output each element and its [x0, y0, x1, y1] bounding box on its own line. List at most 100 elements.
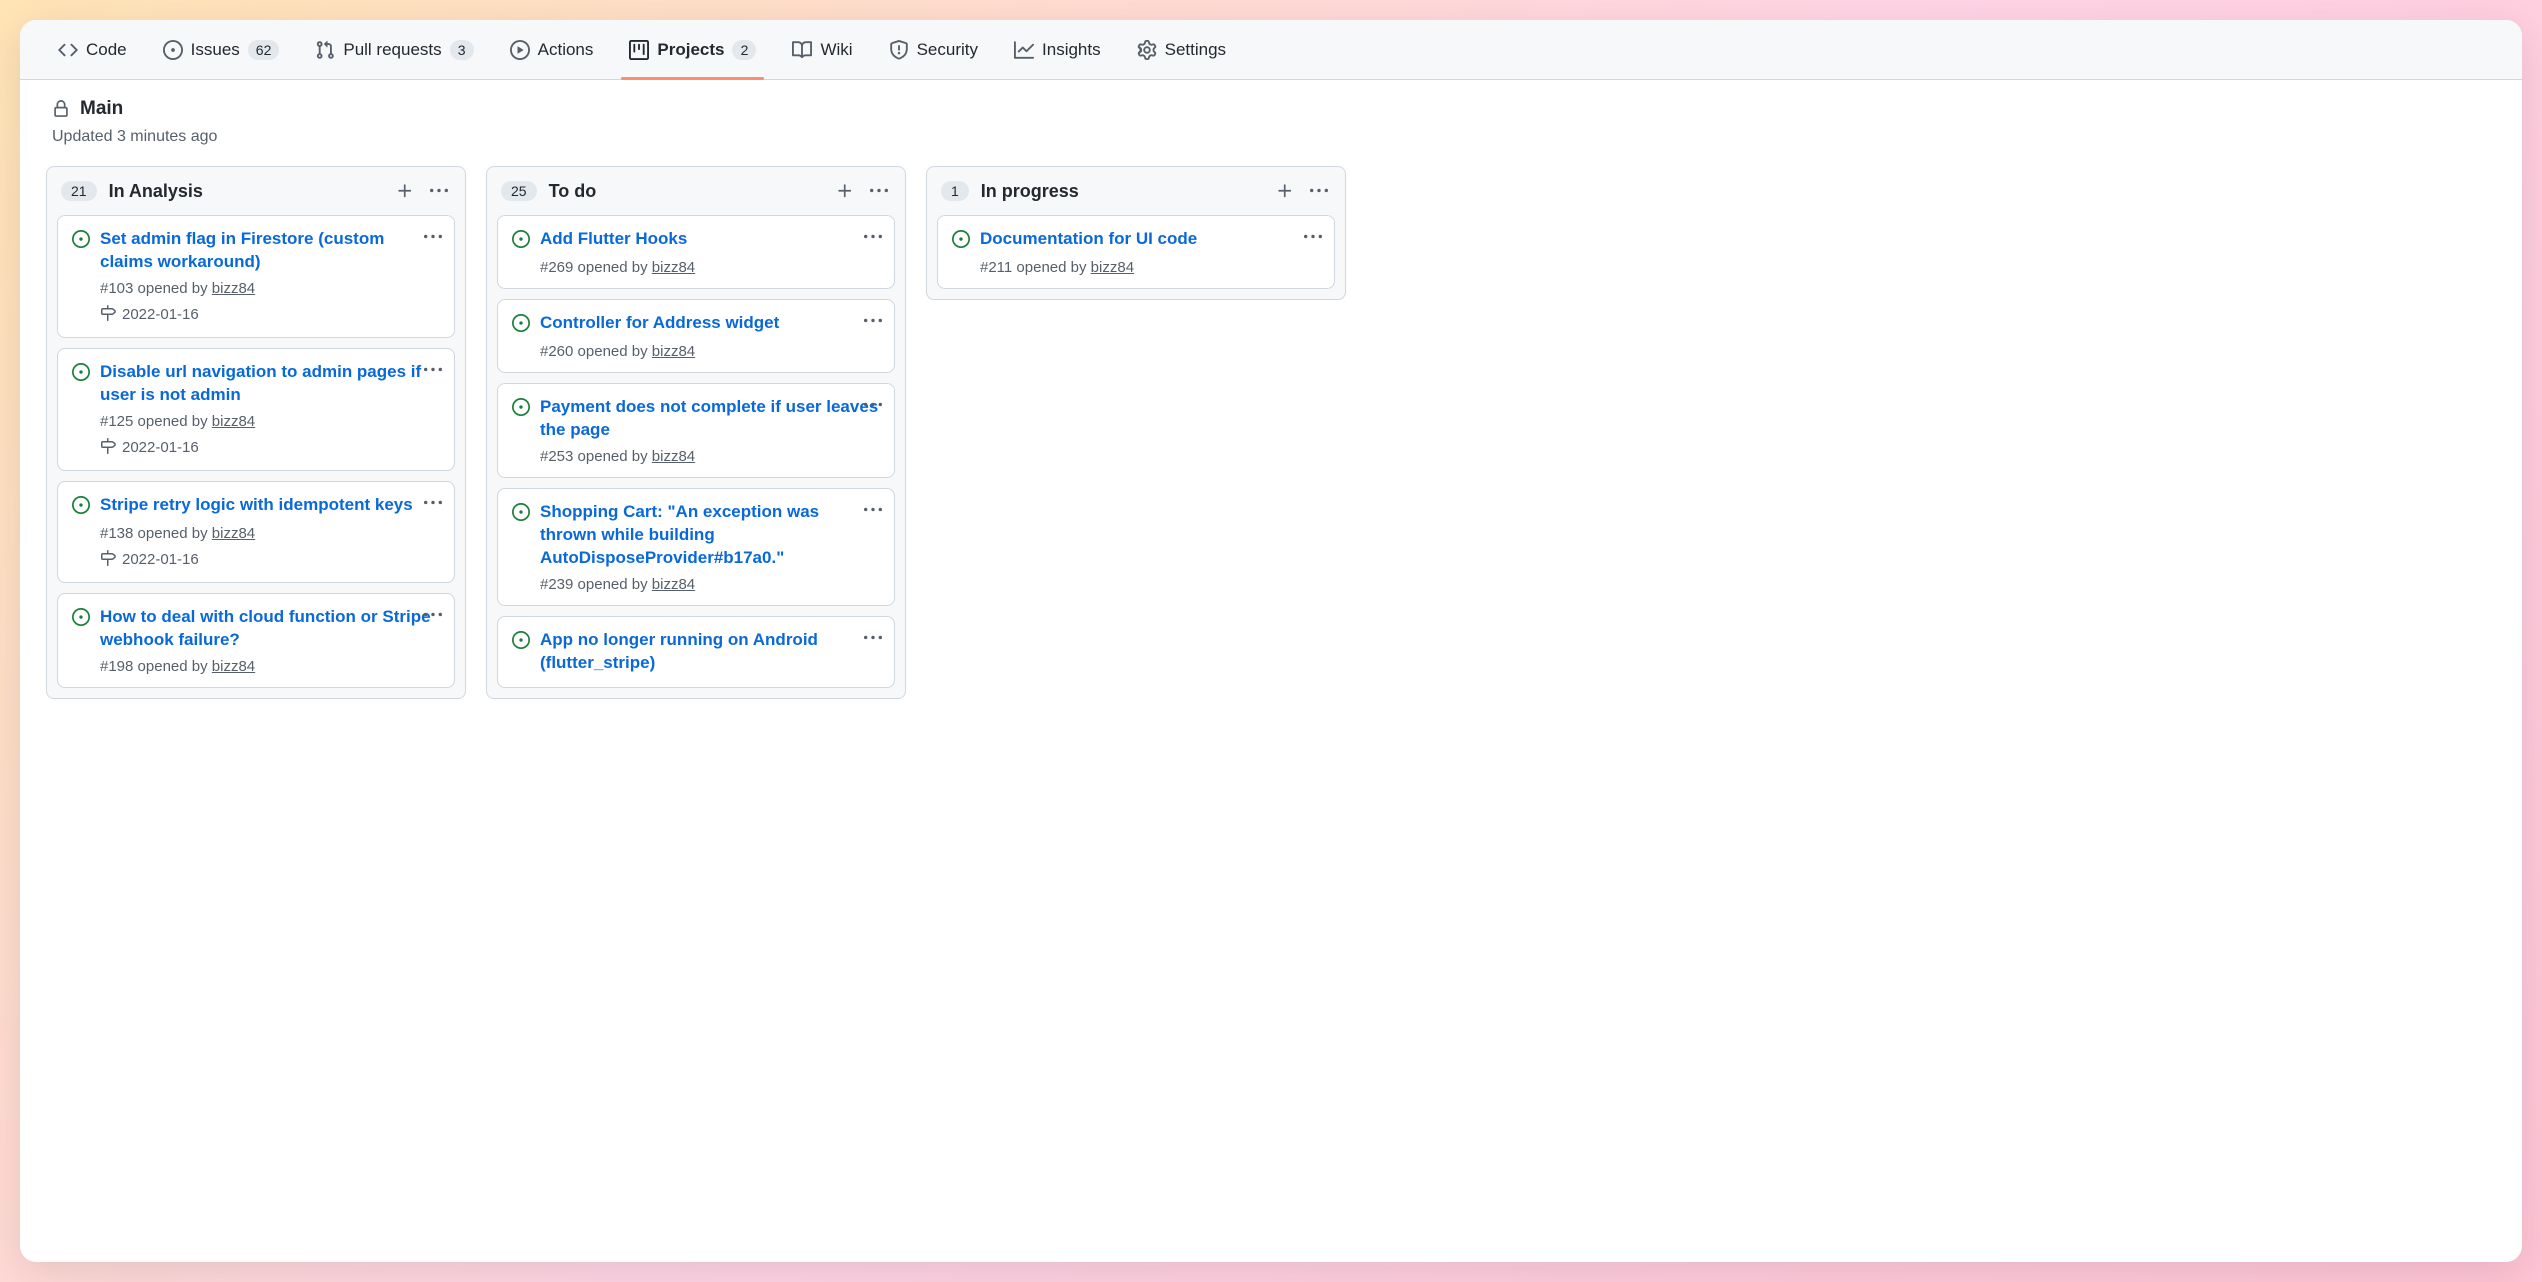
tab-projects[interactable]: Projects 2 [615, 20, 770, 80]
card-title[interactable]: How to deal with cloud function or Strip… [100, 606, 440, 652]
column-header: 25 To do [487, 167, 905, 215]
tab-settings[interactable]: Settings [1123, 20, 1240, 80]
tab-wiki[interactable]: Wiki [778, 20, 866, 80]
card-meta: #138 opened by bizz84 [100, 525, 440, 542]
card-title[interactable]: Add Flutter Hooks [540, 228, 687, 251]
project-board: 21 In Analysis Set admin flag in Firestore… [20, 158, 2522, 1262]
issue-card[interactable]: How to deal with cloud function or Strip… [57, 593, 455, 688]
issue-card[interactable]: Disable url navigation to admin pages if… [57, 348, 455, 471]
card-title[interactable]: Disable url navigation to admin pages if… [100, 361, 440, 407]
tab-insights[interactable]: Insights [1000, 20, 1115, 80]
tab-issues[interactable]: Issues 62 [149, 20, 294, 80]
issue-card[interactable]: Payment does not complete if user leaves… [497, 383, 895, 478]
issue-number: #260 [540, 343, 573, 360]
milestone-icon [100, 550, 116, 570]
column-header: 1In progress [927, 167, 1345, 215]
card-menu-button[interactable] [862, 627, 884, 654]
add-card-button[interactable] [833, 179, 857, 203]
card-meta: #211 opened by bizz84 [980, 259, 1320, 276]
column-count: 25 [501, 181, 537, 201]
opened-by-text: opened by [133, 280, 211, 297]
book-icon [792, 40, 812, 60]
issue-card[interactable]: Controller for Address widget#260 opened… [497, 299, 895, 373]
issue-number: #253 [540, 448, 573, 465]
column-count: 21 [61, 181, 97, 201]
column-title: To do [549, 181, 821, 202]
card-menu-button[interactable] [422, 226, 444, 253]
project-header: Main Updated 3 minutes ago [20, 80, 2522, 158]
column-title: In Analysis [109, 181, 381, 202]
issues-count: 62 [248, 40, 280, 60]
card-title[interactable]: Set admin flag in Firestore (custom clai… [100, 228, 440, 274]
issue-open-icon [512, 228, 530, 253]
graph-icon [1014, 40, 1034, 60]
issue-number: #138 [100, 525, 133, 542]
board-column: 21 In Analysis Set admin flag in Firestore… [46, 166, 466, 699]
tab-actions[interactable]: Actions [496, 20, 608, 80]
issue-card[interactable]: Documentation for UI code #211 opened by … [937, 215, 1335, 289]
card-menu-button[interactable] [1302, 226, 1324, 253]
tab-pulls-label: Pull requests [343, 40, 441, 60]
issue-card[interactable]: Stripe retry logic with idempotent keys #… [57, 481, 455, 583]
issues-icon [163, 40, 183, 60]
card-menu-button[interactable] [862, 226, 884, 253]
card-meta: #103 opened by bizz84 [100, 280, 440, 297]
column-menu-button[interactable] [1307, 179, 1331, 203]
card-menu-button[interactable] [862, 499, 884, 526]
user-link[interactable]: bizz84 [652, 259, 695, 276]
card-menu-button[interactable] [422, 604, 444, 631]
card-title[interactable]: Shopping Cart: "An exception was thrown … [540, 501, 880, 570]
opened-by-text: opened by [1012, 259, 1090, 276]
user-link[interactable]: bizz84 [1091, 259, 1134, 276]
issue-card[interactable]: Add Flutter Hooks #269 opened by bizz84 [497, 215, 895, 289]
issue-number: #211 [980, 259, 1012, 276]
issue-card[interactable]: App no longer running on Android (flutte… [497, 616, 895, 688]
card-list: Add Flutter Hooks #269 opened by bizz84 Co… [487, 215, 905, 698]
project-icon [629, 40, 649, 60]
shield-icon [889, 40, 909, 60]
add-card-button[interactable] [1273, 179, 1297, 203]
card-menu-button[interactable] [862, 394, 884, 421]
card-menu-button[interactable] [422, 359, 444, 386]
user-link[interactable]: bizz84 [652, 448, 695, 465]
card-menu-button[interactable] [422, 492, 444, 519]
app-window: Code Issues 62 Pull requests 3 Actions P… [20, 20, 2522, 1262]
pulls-count: 3 [450, 40, 474, 60]
milestone-icon [100, 438, 116, 458]
tab-pulls[interactable]: Pull requests 3 [301, 20, 487, 80]
pull-request-icon [315, 40, 335, 60]
issue-number: #269 [540, 259, 573, 276]
issue-open-icon [512, 501, 530, 526]
card-menu-button[interactable] [862, 310, 884, 337]
opened-by-text: opened by [133, 525, 211, 542]
milestone-date: 2022-01-16 [122, 551, 199, 568]
board-column: 1In progress Documentation for UI code #21… [926, 166, 1346, 300]
issue-number: #239 [540, 576, 573, 593]
card-title[interactable]: Documentation for UI code [980, 228, 1197, 251]
user-link[interactable]: bizz84 [212, 413, 255, 430]
issue-open-icon [512, 629, 530, 654]
lock-icon [52, 100, 70, 118]
opened-by-text: opened by [573, 448, 651, 465]
tab-security[interactable]: Security [875, 20, 992, 80]
card-title[interactable]: Payment does not complete if user leaves… [540, 396, 880, 442]
add-card-button[interactable] [393, 179, 417, 203]
user-link[interactable]: bizz84 [652, 343, 695, 360]
column-count: 1 [941, 181, 969, 201]
card-title[interactable]: App no longer running on Android (flutte… [540, 629, 880, 675]
column-menu-button[interactable] [427, 179, 451, 203]
user-link[interactable]: bizz84 [212, 525, 255, 542]
issue-card[interactable]: Set admin flag in Firestore (custom clai… [57, 215, 455, 338]
card-title[interactable]: Stripe retry logic with idempotent keys [100, 494, 413, 517]
user-link[interactable]: bizz84 [212, 658, 255, 675]
user-link[interactable]: bizz84 [652, 576, 695, 593]
issue-card[interactable]: Shopping Cart: "An exception was thrown … [497, 488, 895, 606]
opened-by-text: opened by [573, 259, 651, 276]
issue-open-icon [72, 361, 90, 386]
tab-security-label: Security [917, 40, 978, 60]
user-link[interactable]: bizz84 [212, 280, 255, 297]
tab-code[interactable]: Code [44, 20, 141, 80]
card-title[interactable]: Controller for Address widget [540, 312, 779, 335]
column-menu-button[interactable] [867, 179, 891, 203]
tab-issues-label: Issues [191, 40, 240, 60]
